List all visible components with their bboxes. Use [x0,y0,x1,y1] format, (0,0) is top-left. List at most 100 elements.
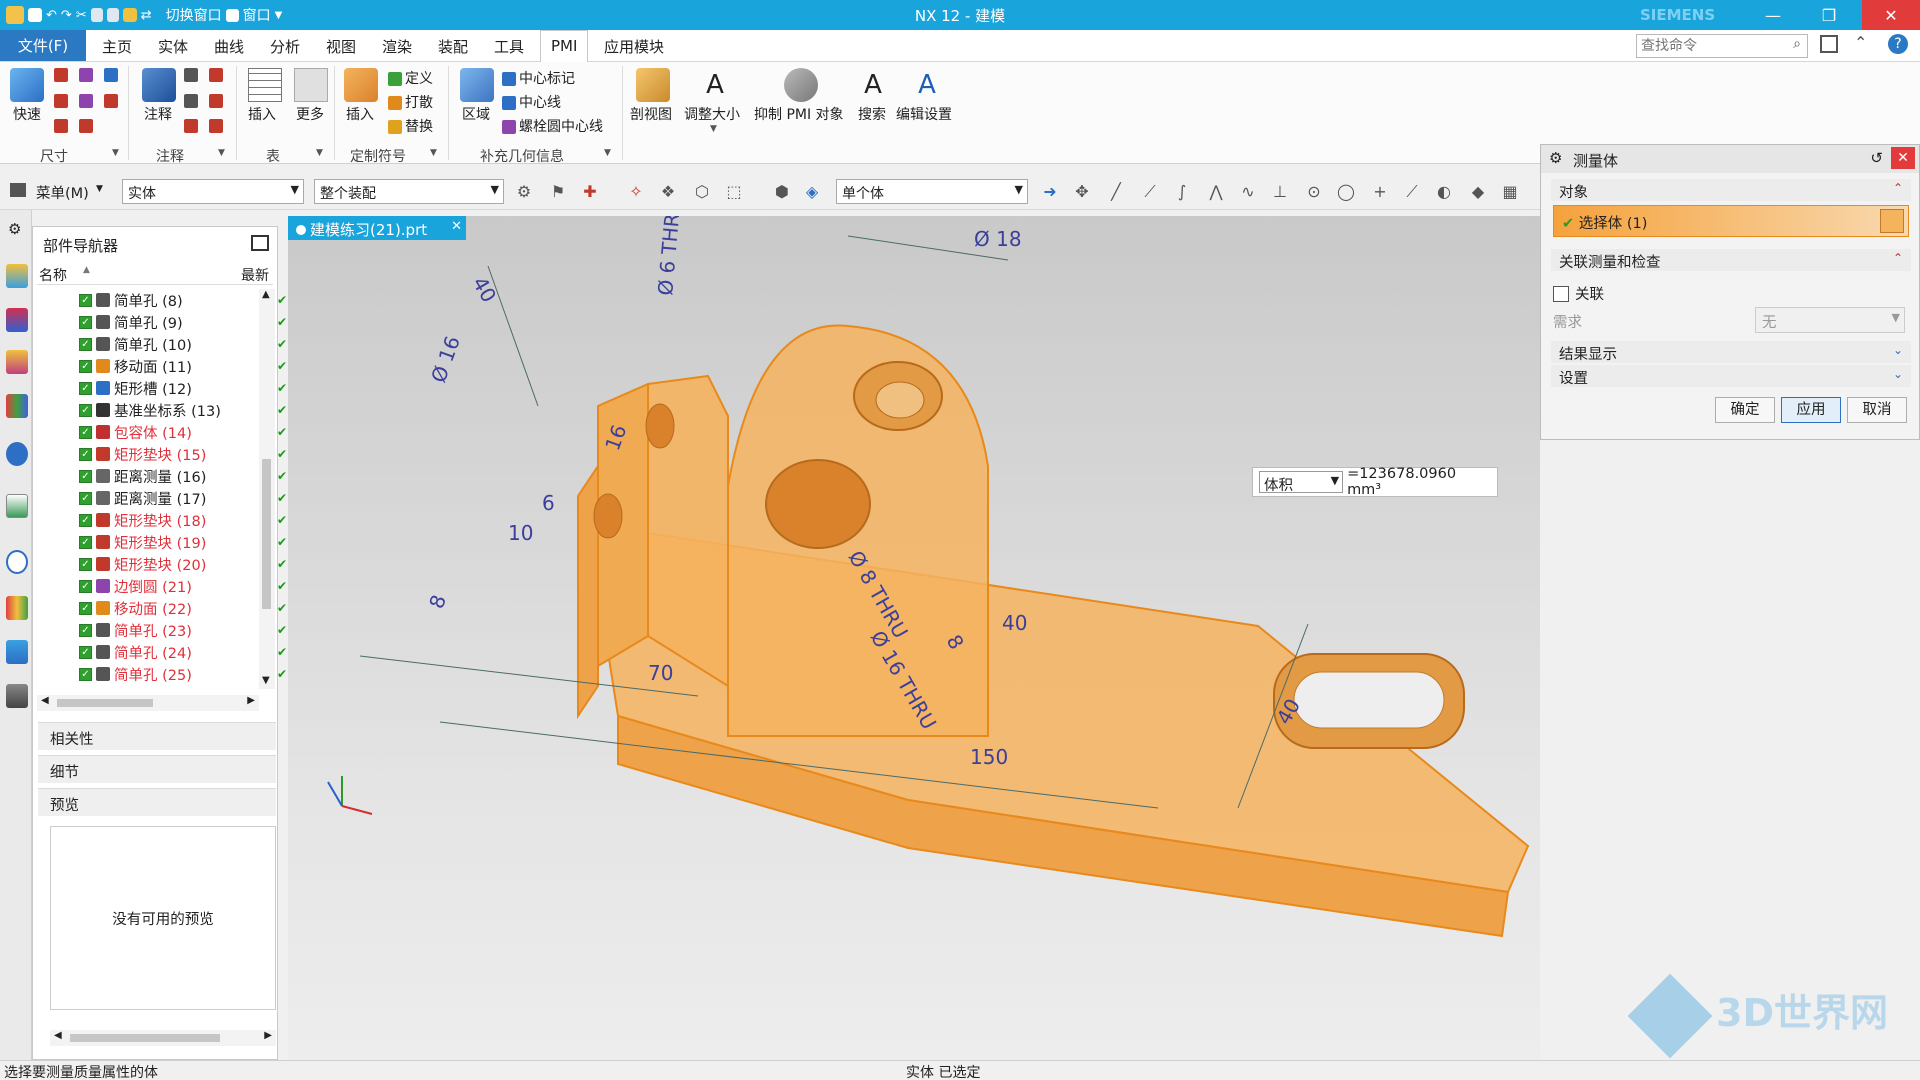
rectangle-select-icon[interactable]: ⬚ [724,183,744,201]
history-icon[interactable] [6,550,28,574]
roles-icon[interactable] [6,684,28,708]
chevron-down-icon[interactable]: ▼ [430,148,437,158]
scroll-right-icon[interactable]: ▶ [247,695,255,706]
tree-row[interactable]: ✓ 矩形垫块 (15) [79,443,206,465]
chevron-down-icon[interactable]: ▼ [316,148,323,158]
table-insert-button[interactable]: 插入 [248,104,276,124]
feature-checkbox[interactable]: ✓ [79,623,92,637]
ok-button[interactable]: 确定 [1715,397,1775,423]
chevron-down-icon[interactable]: ▼ [96,184,103,194]
curve-icon[interactable]: ∫ [1172,183,1192,201]
tree-row[interactable]: ✓ 简单孔 (24) [79,641,192,663]
feature-checkbox[interactable]: ✓ [79,425,92,439]
tab-assembly[interactable]: 装配 [438,36,468,57]
wireframe-icon[interactable]: ⬡ [692,183,712,201]
collapse-ribbon-icon[interactable]: ⌃ [1854,33,1867,52]
section-settings[interactable]: 设置 ⌄ [1551,365,1911,387]
snap-point-icon[interactable]: ✧ [626,183,646,201]
tab-render[interactable]: 渲染 [382,36,412,57]
apply-button[interactable]: 应用 [1781,397,1841,423]
hd3d-tools-icon[interactable] [6,442,28,466]
bounded-grid-icon[interactable]: ◆ [1468,183,1488,201]
more-button[interactable]: 更多 [296,104,324,124]
tree-row[interactable]: ✓ 简单孔 (10) [79,333,192,355]
minimize-icon[interactable]: — [1750,0,1796,30]
angular-dimension-icon[interactable] [104,68,118,82]
resize-button[interactable]: 调整大小 [684,104,740,124]
web-browser-icon[interactable] [6,494,28,518]
balloon-icon[interactable] [209,119,223,134]
midpoint-icon[interactable]: ⋀ [1206,183,1226,201]
surface-finish-icon[interactable] [209,93,223,108]
dim-dia-18[interactable]: Ø 18 [974,227,1022,251]
body-mode-select[interactable]: 单个体 ▼ [836,179,1028,204]
feature-checkbox[interactable]: ✓ [79,645,92,659]
tree-row[interactable]: ✓ 矩形垫块 (19) [79,531,206,553]
datum-target-icon[interactable] [184,93,198,108]
chevron-down-icon[interactable]: ▼ [710,124,717,134]
feature-checkbox[interactable]: ✓ [79,359,92,373]
section-dependencies[interactable]: 相关性 [38,722,276,750]
tree-row[interactable]: ✓ 简单孔 (8) [79,289,183,311]
system-materials-icon[interactable] [6,596,28,620]
feature-checkbox[interactable]: ✓ [79,557,92,571]
thickness-dimension-icon[interactable] [79,93,93,108]
weld-symbol-icon[interactable] [184,119,198,134]
tree-row[interactable]: ✓ 边倒圆 (21) [79,575,192,597]
datum-feature-icon[interactable] [209,68,223,82]
perpendicular-icon[interactable]: ⊥ [1270,183,1290,201]
document-tab[interactable]: 建模练习(21).prt ✕ [288,216,466,240]
scroll-right-icon[interactable]: ▶ [264,1030,272,1041]
explode-button[interactable]: 打散 [405,95,433,111]
dim-dia-6-thru[interactable]: Ø 6 THRU [653,198,685,297]
linear-dimension-icon[interactable] [54,68,68,82]
tab-tools[interactable]: 工具 [494,36,524,57]
tree-row[interactable]: ✓ 矩形垫块 (20) [79,553,206,575]
feature-checkbox[interactable]: ✓ [79,315,92,329]
tab-home[interactable]: 主页 [102,36,132,57]
left-hole-upper[interactable] [645,403,675,449]
define-button[interactable]: 定义 [405,71,433,87]
selection-scope-select[interactable]: 整个装配 ▼ [314,179,504,204]
dim-40-top[interactable]: 40 [468,273,502,307]
file-menu-tab[interactable]: 文件(F) [0,30,86,61]
feature-checkbox[interactable]: ✓ [79,667,92,681]
close-icon[interactable]: ✕ [1891,147,1915,169]
chevron-down-icon[interactable]: ▼ [218,148,225,158]
spline-icon[interactable]: ∿ [1238,183,1258,201]
feature-checkbox[interactable]: ✓ [79,513,92,527]
scroll-left-icon[interactable]: ◀ [54,1030,62,1041]
scroll-left-icon[interactable]: ◀ [41,695,49,706]
center-icon[interactable]: ⊙ [1304,183,1324,201]
centerline-button[interactable]: 中心线 [519,95,561,111]
feature-checkbox[interactable]: ✓ [79,469,92,483]
tree-row[interactable]: ✓ 距离测量 (16) [79,465,206,487]
tree-scrollbar[interactable]: ▲ ▼ [259,289,275,689]
tab-curve[interactable]: 曲线 [214,36,244,57]
help-icon[interactable]: ? [1888,34,1908,54]
dim-70[interactable]: 70 [648,661,673,685]
center-mark-button[interactable]: 中心标记 [519,71,575,87]
arrow-right-icon[interactable]: ➜ [1040,183,1060,201]
chevron-down-icon[interactable]: ▼ [604,148,611,158]
existing-point-icon[interactable]: + [1370,183,1390,201]
section-results-display[interactable]: 结果显示 ⌄ [1551,341,1911,363]
feature-checkbox[interactable]: ✓ [79,337,92,351]
insert-symbol-button[interactable]: 插入 [346,104,374,124]
gear-icon[interactable]: ⚙ [1549,149,1562,167]
tab-pmi[interactable]: PMI [540,30,589,63]
filter-icon[interactable]: ⚑ [548,183,568,201]
feature-checkbox[interactable]: ✓ [79,491,92,505]
section-details[interactable]: 细节 [38,755,276,783]
region-button[interactable]: 区域 [462,104,490,124]
section-object[interactable]: 对象 ⌃ [1551,179,1911,201]
preview-hscrollbar-thumb[interactable] [70,1034,220,1042]
restore-icon[interactable]: ❐ [1806,0,1852,30]
cancel-button[interactable]: 取消 [1847,397,1907,423]
note-button[interactable]: 注释 [144,104,172,124]
dim-8[interactable]: 8 [424,592,451,612]
dim-150[interactable]: 150 [970,745,1008,769]
dim-10[interactable]: 10 [508,521,533,545]
snap-grid-icon[interactable]: ✥ [1072,183,1092,201]
tree-row[interactable]: ✓ 移动面 (11) [79,355,192,377]
